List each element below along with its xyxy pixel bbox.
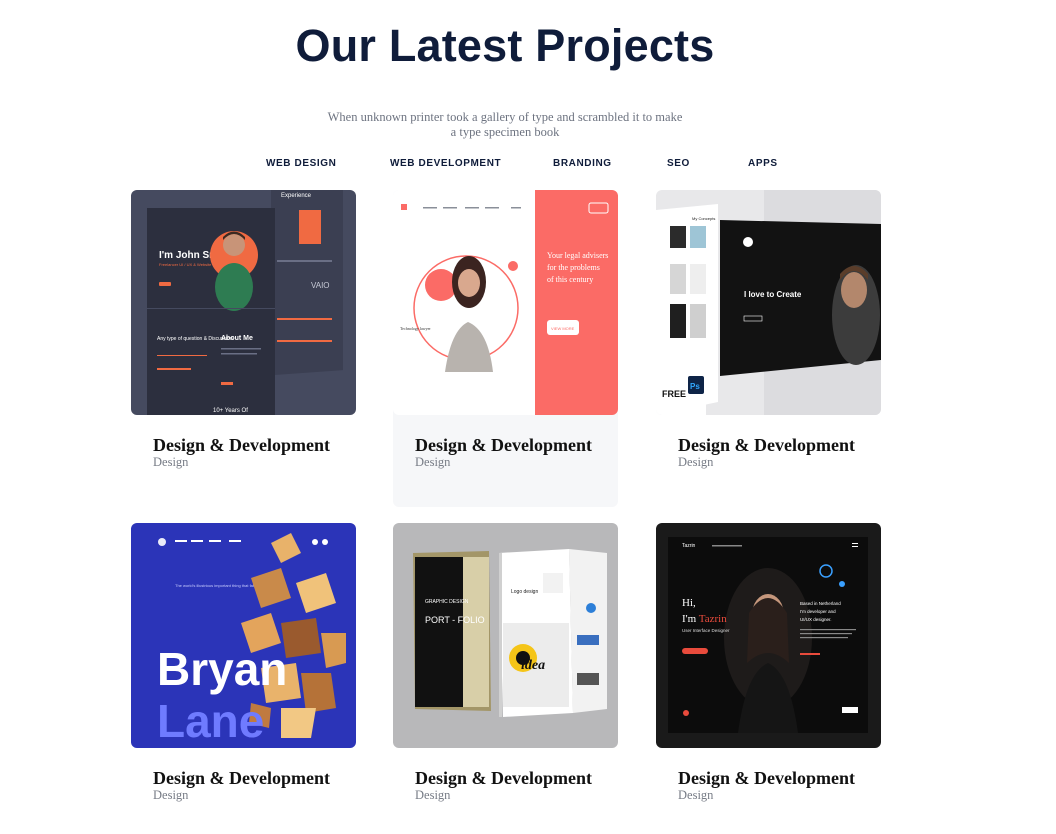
greeting-text: Hi, — [682, 597, 696, 609]
cover-line2: PORT - FOLIO — [425, 615, 485, 625]
project-category: Design — [678, 788, 714, 802]
free-badge: FREE — [662, 389, 686, 399]
project-title[interactable]: Design & Development — [153, 435, 330, 456]
project-title[interactable]: Design & Development — [678, 435, 855, 456]
hero-name-line1: Bryan — [157, 643, 287, 695]
project-title[interactable]: Design & Development — [415, 435, 592, 456]
project-title[interactable]: Design & Development — [153, 768, 330, 789]
filter-tab-web-design[interactable]: WEB DESIGN — [266, 158, 336, 169]
bryan-lane-image: The world's illustrious important thing … — [131, 523, 356, 748]
idea-text: idea — [521, 658, 545, 673]
lawyer-website-image: Technology lawyer Your legal advisers fo… — [393, 190, 618, 415]
experience-text: Experience — [281, 193, 312, 199]
filter-tab-branding[interactable]: BRANDING — [553, 158, 612, 169]
portfolio-mockup-image: VAIO Experience I'm John Smith Freelance… — [131, 190, 356, 415]
project-thumbnail[interactable]: My Concepts I love to Create FREE Ps — [656, 190, 881, 415]
filter-tab-web-development[interactable]: WEB DEVELOPMENT — [390, 158, 501, 169]
brochure-mockup-image: GRAPHIC DESIGN PORT - FOLIO Logo design … — [393, 523, 618, 748]
photoshop-icon: Ps — [690, 382, 700, 391]
filter-tab-seo[interactable]: SEO — [667, 158, 690, 169]
project-category: Design — [153, 788, 189, 802]
project-thumbnail[interactable]: GRAPHIC DESIGN PORT - FOLIO Logo design … — [393, 523, 618, 748]
concepts-mockup-image: My Concepts I love to Create FREE Ps — [656, 190, 881, 415]
hero-name: I'm Tazrin — [682, 613, 727, 625]
section-subtitle: When unknown printer took a gallery of t… — [327, 110, 683, 139]
logo-text: Logo design — [511, 589, 538, 595]
years-text: 10+ Years Of — [213, 408, 248, 414]
project-thumbnail[interactable]: The world's illustrious important thing … — [131, 523, 356, 748]
project-category: Design — [415, 788, 451, 802]
about-heading: About Me — [221, 335, 253, 342]
cover-line1: GRAPHIC DESIGN — [425, 599, 469, 605]
filter-tab-apps[interactable]: APPS — [748, 158, 778, 169]
role-text: Technology lawyer — [400, 326, 431, 331]
project-title[interactable]: Design & Development — [415, 768, 592, 789]
view-more-label: VIEW MORE — [551, 326, 575, 331]
project-filter-tabs: WEB DESIGN WEB DEVELOPMENT BRANDING SEO … — [0, 158, 1056, 174]
project-category: Design — [415, 455, 451, 469]
headline-text: I love to Create — [744, 290, 802, 299]
concepts-label: My Concepts — [692, 216, 715, 221]
project-title[interactable]: Design & Development — [678, 768, 855, 789]
project-thumbnail[interactable]: Technology lawyer Your legal advisers fo… — [393, 190, 618, 415]
project-thumbnail[interactable]: Tazrin Hi, I'm Tazrin User Interface Des… — [656, 523, 881, 748]
brand-text: Tazrin — [682, 543, 696, 549]
project-category: Design — [153, 455, 189, 469]
section-title: Our Latest Projects — [295, 20, 715, 71]
project-thumbnail[interactable]: VAIO Experience I'm John Smith Freelance… — [131, 190, 356, 415]
brand-text: VAIO — [311, 281, 330, 290]
tazrin-portfolio-image: Tazrin Hi, I'm Tazrin User Interface Des… — [656, 523, 881, 748]
project-category: Design — [678, 455, 714, 469]
role-text: User Interface Designer — [682, 628, 730, 633]
project-card: Technology lawyer Your legal advisers fo… — [393, 190, 618, 507]
hero-name-line2: Lane — [157, 695, 264, 747]
